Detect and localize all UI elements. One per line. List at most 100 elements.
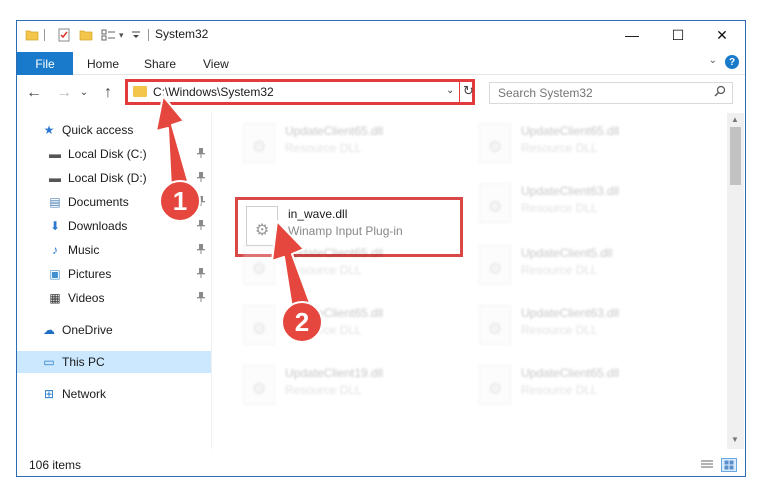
chevron-down-icon[interactable]: ⌄	[446, 85, 454, 96]
sidebar-item-label: Local Disk (C:)	[68, 147, 147, 161]
chevron-down-icon[interactable]: ▾	[119, 27, 124, 43]
sidebar-item[interactable]: ☁ OneDrive	[17, 319, 211, 341]
file-name: UpdateClient63.dll	[521, 184, 620, 198]
sidebar-item[interactable]: ▬ Local Disk (D:)	[17, 167, 211, 189]
gear-icon: ⚙	[255, 222, 270, 239]
file-name: UpdateClient65.dll	[521, 124, 620, 138]
file-description: Resource DLL	[521, 323, 598, 337]
gear-icon: ⚙	[488, 261, 503, 278]
file-description: Resource DLL	[521, 141, 598, 155]
file-description: Winamp Input Plug-in	[288, 224, 403, 238]
gear-icon: ⚙	[252, 261, 267, 278]
computer-icon: ▭	[43, 355, 55, 369]
videos-icon: ▦	[49, 291, 61, 305]
scroll-up-icon[interactable]: ▲	[731, 115, 739, 124]
pin-icon[interactable]	[197, 147, 205, 161]
tab-share[interactable]: Share	[144, 52, 176, 75]
sidebar-item-label: This PC	[62, 355, 105, 369]
pin-icon[interactable]	[197, 219, 205, 233]
file-description: Resource DLL	[285, 263, 362, 277]
ribbon: File Home Share View ⌄ ?	[17, 49, 745, 75]
file-item[interactable]: ⚙ UpdateClient63.dll Resource DLL	[471, 299, 697, 351]
pin-icon[interactable]	[197, 243, 205, 257]
file-item[interactable]: ⚙ UpdateClient63.dll Resource DLL	[471, 177, 697, 229]
details-view-icon[interactable]	[699, 458, 715, 472]
sidebar-item[interactable]: ▣ Pictures	[17, 263, 211, 285]
sidebar-item[interactable]: ▬ Local Disk (C:)	[17, 143, 211, 165]
toolbar-separator	[44, 27, 46, 43]
folder-icon	[133, 86, 147, 97]
search-icon	[714, 85, 726, 100]
recent-locations-button[interactable]: ⌄	[75, 87, 93, 98]
sidebar-item[interactable]: ▦ Videos	[17, 287, 211, 309]
sidebar-item-label: Quick access	[62, 123, 134, 137]
view-options-icon[interactable]	[101, 27, 117, 43]
gear-icon: ⚙	[488, 139, 503, 156]
back-button[interactable]: ←	[25, 84, 43, 102]
file-name: UpdateClient63.dll	[521, 306, 620, 320]
sidebar-item[interactable]: ⊞ Network	[17, 383, 211, 405]
file-item[interactable]: ⚙ UpdateClient5.dll Resource DLL	[471, 239, 697, 291]
item-count: 106 items	[29, 458, 82, 472]
folder-icon[interactable]	[25, 27, 39, 43]
customize-toolbar-icon[interactable]	[131, 27, 141, 43]
sidebar-item[interactable]: ▤ Documents	[17, 191, 211, 213]
file-item[interactable]: ⚙ UpdateClient65.dll Resource DLL	[235, 299, 461, 351]
explorer-window: ▾ System32 — ☐ ✕ File Home Share View ⌄ …	[16, 20, 746, 477]
forward-button[interactable]: →	[55, 84, 73, 102]
pin-icon[interactable]	[197, 171, 205, 185]
file-description: Resource DLL	[285, 383, 362, 397]
maximize-button[interactable]: ☐	[655, 21, 701, 49]
music-icon: ♪	[52, 243, 58, 257]
new-folder-icon[interactable]	[79, 27, 93, 43]
vertical-scrollbar[interactable]: ▲ ▼	[727, 113, 744, 449]
sidebar-item-label: Local Disk (D:)	[68, 171, 147, 185]
gear-icon: ⚙	[488, 321, 503, 338]
help-icon[interactable]: ?	[725, 55, 739, 69]
search-input[interactable]	[490, 83, 710, 103]
address-path[interactable]: C:\Windows\System32	[153, 85, 274, 99]
pin-icon[interactable]	[197, 195, 205, 209]
sidebar-item[interactable]: ★ Quick access	[17, 119, 211, 141]
navigation-bar: ← → ⌄ ↑ C:\Windows\System32 ⌄ ↻	[17, 76, 745, 110]
sidebar-item[interactable]: ♪ Music	[17, 239, 211, 261]
gear-icon: ⚙	[252, 321, 267, 338]
file-item[interactable]: ⚙ UpdateClient65.dll Resource DLL	[471, 117, 697, 169]
tab-home[interactable]: Home	[87, 52, 119, 75]
sidebar-item[interactable]: ⬇ Downloads	[17, 215, 211, 237]
file-name: UpdateClient65.dll	[285, 246, 384, 260]
pictures-icon: ▣	[49, 267, 61, 281]
scroll-down-icon[interactable]: ▼	[731, 435, 739, 444]
tiles-view-icon[interactable]	[721, 458, 737, 472]
window-title: System32	[155, 27, 209, 41]
file-item[interactable]: ⚙ UpdateClient65.dll Resource DLL	[471, 359, 697, 411]
sidebar-item[interactable]: ▭ This PC	[17, 351, 211, 373]
up-button[interactable]: ↑	[99, 84, 117, 102]
file-list: ⚙ UpdateClient65.dll Resource DLL ⚙ UpdateCl…	[213, 113, 727, 449]
pin-icon[interactable]	[197, 267, 205, 281]
sidebar-item-label: Downloads	[68, 219, 128, 233]
properties-icon[interactable]	[57, 27, 71, 43]
file-item[interactable]: ⚙ UpdateClient19.dll Resource DLL	[235, 359, 461, 411]
file-description: Resource DLL	[521, 383, 598, 397]
search-box[interactable]	[489, 82, 733, 104]
network-icon: ⊞	[43, 387, 55, 401]
tab-file[interactable]: File	[17, 52, 73, 75]
file-name: UpdateClient65.dll	[521, 366, 620, 380]
sidebar-item-label: Network	[62, 387, 107, 401]
file-item[interactable]: ⚙ UpdateClient65.dll Resource DLL	[235, 117, 461, 169]
tab-view[interactable]: View	[203, 52, 229, 75]
address-bar[interactable]: C:\Windows\System32 ⌄ ↻	[125, 79, 475, 105]
file-name: UpdateClient5.dll	[521, 246, 613, 260]
expand-ribbon-icon[interactable]: ⌄	[709, 55, 717, 66]
file-item[interactable]: ⚙ UpdateClient65.dll Resource DLL	[235, 239, 461, 291]
minimize-button[interactable]: —	[609, 21, 655, 49]
scroll-thumb[interactable]	[730, 127, 741, 185]
file-name: in_wave.dll	[288, 207, 348, 221]
close-button[interactable]: ✕	[699, 21, 745, 49]
pin-icon[interactable]	[197, 291, 205, 305]
sidebar-item-label: Videos	[68, 291, 105, 305]
gear-icon: ⚙	[488, 381, 503, 398]
pane-divider[interactable]	[211, 113, 212, 449]
refresh-icon[interactable]: ↻	[463, 83, 474, 99]
